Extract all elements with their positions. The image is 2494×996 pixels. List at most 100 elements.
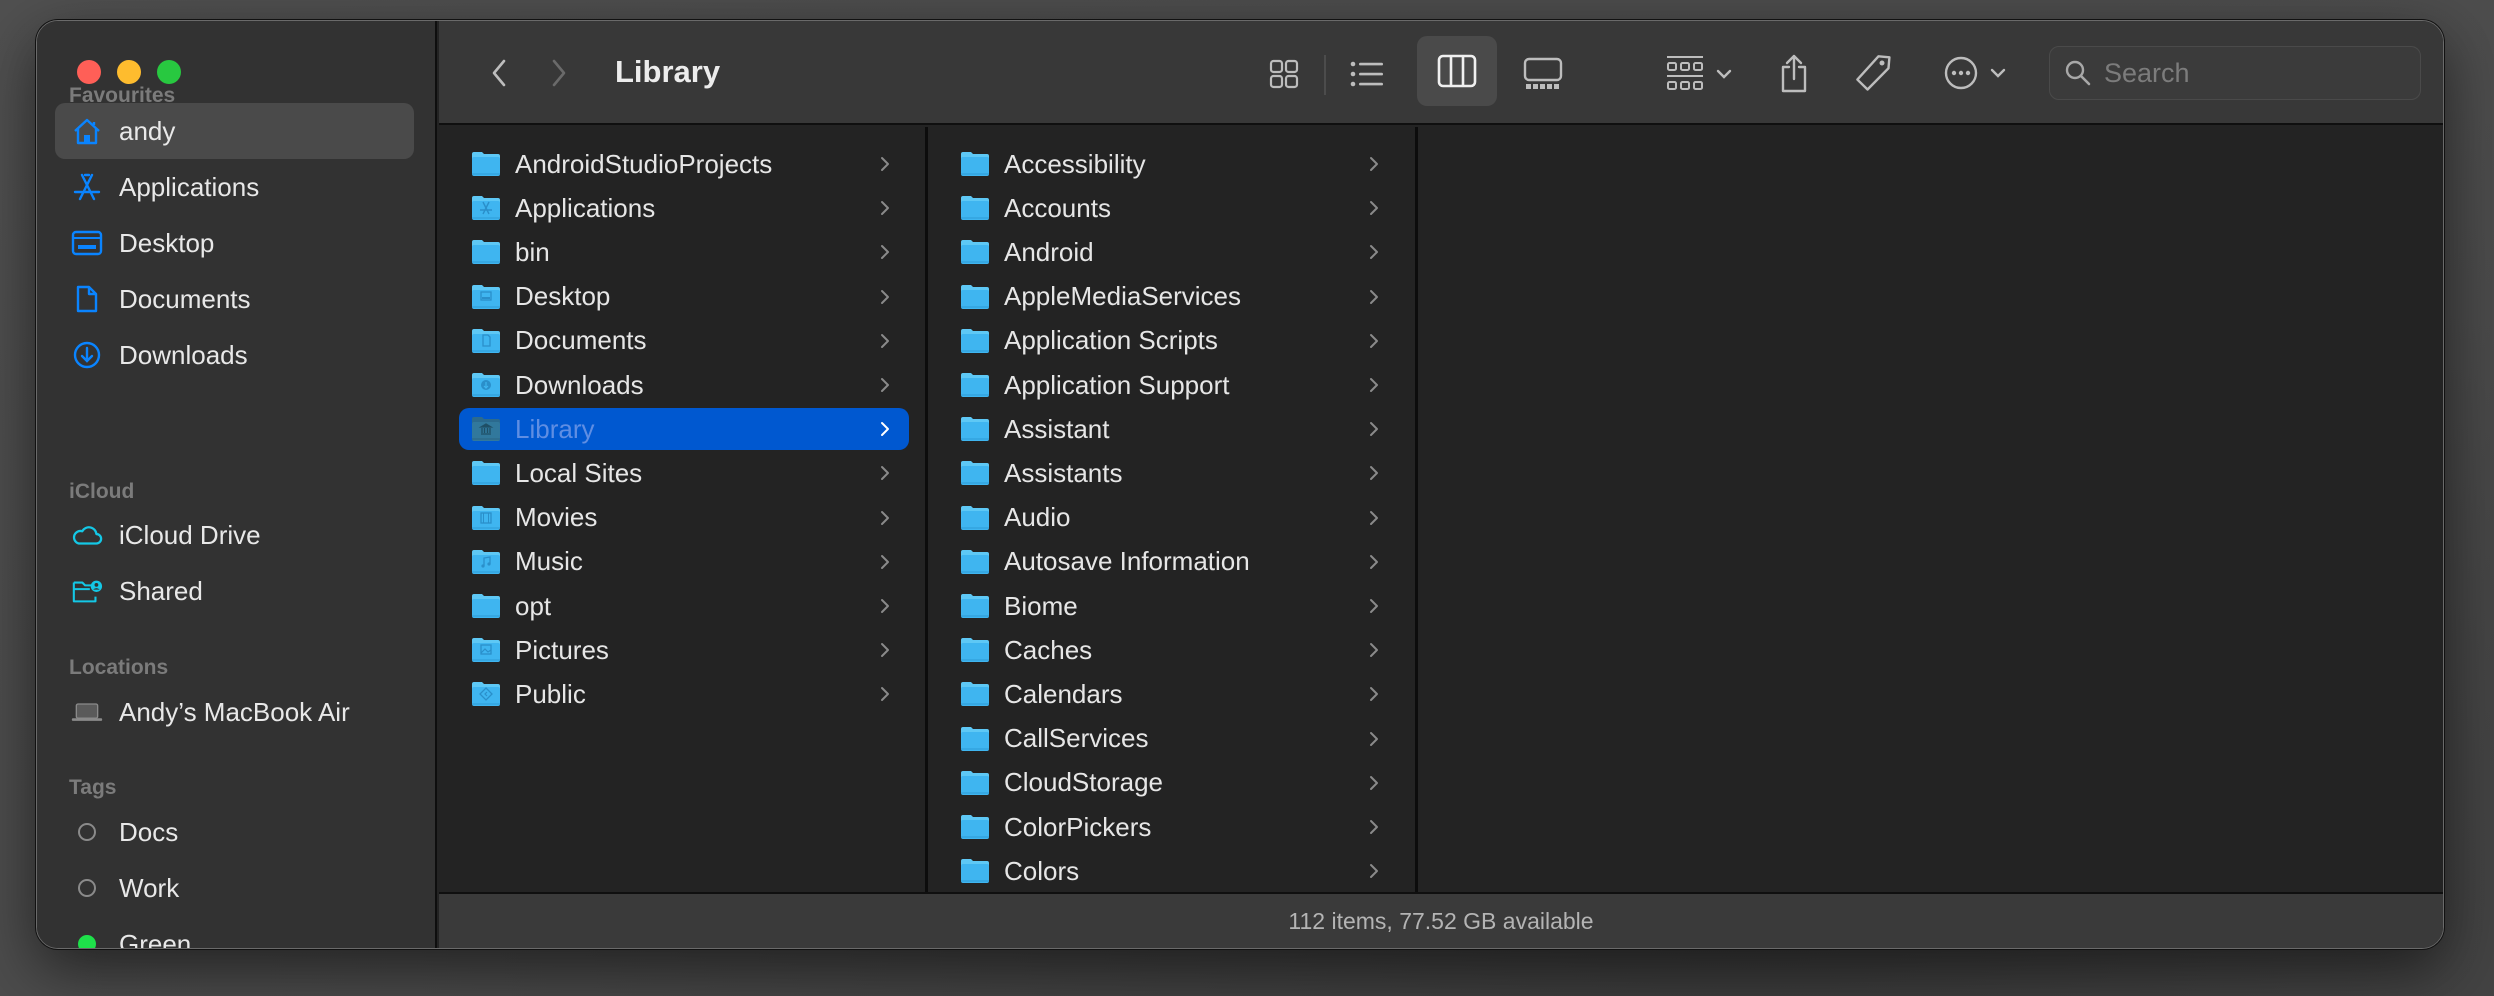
tag-circle-icon <box>71 872 103 904</box>
chevron-right-icon <box>875 684 895 704</box>
sidebar-item-documents[interactable]: Documents <box>55 271 414 327</box>
sidebar-tag-green[interactable]: Green <box>55 916 414 949</box>
folder-name: CloudStorage <box>1004 767 1163 798</box>
folder-row[interactable]: Colors <box>948 850 1398 892</box>
column-home[interactable]: AndroidStudioProjects Applications bin Desk… <box>439 127 928 892</box>
folder-row[interactable]: ColorPickers <box>948 806 1398 848</box>
folder-row[interactable]: Library <box>459 408 909 451</box>
sidebar-item-downloads[interactable]: Downloads <box>55 327 414 383</box>
folder-icon <box>471 195 501 221</box>
zoom-button[interactable] <box>157 60 181 84</box>
folder-row[interactable]: Android <box>948 231 1398 273</box>
minimize-button[interactable] <box>117 60 141 84</box>
folder-icon <box>471 151 501 177</box>
more-actions-button[interactable] <box>1935 47 2015 99</box>
folder-row[interactable]: Movies <box>459 497 909 539</box>
sidebar-item-macbook[interactable]: Andy’s MacBook Air <box>55 684 414 740</box>
column-view-button[interactable] <box>1417 36 1497 106</box>
folder-row[interactable]: Music <box>459 541 909 583</box>
folder-row[interactable]: Accessibility <box>948 143 1398 185</box>
chevron-down-icon <box>1716 69 1732 79</box>
folder-row[interactable]: Biome <box>948 585 1398 627</box>
folder-icon <box>960 372 990 398</box>
folder-row[interactable]: Autosave Information <box>948 541 1398 583</box>
status-bar: 112 items, 77.52 GB available <box>439 892 2443 948</box>
close-button[interactable] <box>77 60 101 84</box>
tag-circle-icon <box>71 816 103 848</box>
share-button[interactable] <box>1769 43 1819 103</box>
folder-name: Desktop <box>515 281 611 312</box>
list-view-button[interactable] <box>1339 49 1395 99</box>
folder-row[interactable]: Accounts <box>948 187 1398 229</box>
folder-name: Calendars <box>1004 678 1123 709</box>
chevron-right-icon <box>875 154 895 174</box>
folder-row[interactable]: Application Scripts <box>948 320 1398 362</box>
icon-view-button[interactable] <box>1259 49 1309 99</box>
folder-row[interactable]: AndroidStudioProjects <box>459 143 909 185</box>
group-by-button[interactable] <box>1659 49 1739 99</box>
folder-row[interactable]: Assistant <box>948 408 1398 450</box>
folder-row[interactable]: Audio <box>948 497 1398 539</box>
forward-button[interactable] <box>539 51 579 95</box>
sidebar-item-applications[interactable]: Applications <box>55 159 414 215</box>
sidebar-item-andy[interactable]: andy <box>55 103 414 159</box>
toolbar-divider <box>1324 55 1326 95</box>
sidebar-item-shared[interactable]: Shared <box>55 563 414 619</box>
sidebar-item-label: Andy’s MacBook Air <box>119 696 350 727</box>
folder-icon <box>471 284 501 310</box>
folder-row[interactable]: Local Sites <box>459 452 909 494</box>
folder-icon <box>471 372 501 398</box>
gallery-view-button[interactable] <box>1515 49 1571 99</box>
folder-icon <box>471 505 501 531</box>
chevron-right-icon <box>875 552 895 572</box>
folder-row[interactable]: Public <box>459 673 909 715</box>
sidebar-item-label: Applications <box>119 171 260 202</box>
chevron-right-icon <box>1364 729 1384 749</box>
folder-row[interactable]: Assistants <box>948 452 1398 494</box>
section-label-locations: Locations <box>69 656 169 679</box>
document-icon <box>71 283 103 315</box>
folder-row[interactable]: Applications <box>459 187 909 229</box>
folder-row[interactable]: AppleMediaServices <box>948 276 1398 318</box>
folder-row[interactable]: Application Support <box>948 364 1398 406</box>
back-button[interactable] <box>479 51 519 95</box>
section-label-tags: Tags <box>69 776 117 799</box>
folder-name: Downloads <box>515 369 644 400</box>
chevron-right-icon <box>1364 419 1384 439</box>
folder-name: CallServices <box>1004 723 1149 754</box>
sidebar-item-label: Downloads <box>119 339 248 370</box>
folder-row[interactable]: Pictures <box>459 629 909 671</box>
sidebar-item-desktop[interactable]: Desktop <box>55 215 414 271</box>
folder-icon <box>960 328 990 354</box>
folder-row[interactable]: opt <box>459 585 909 627</box>
grid-icon <box>1269 59 1299 89</box>
chevron-right-icon <box>1364 508 1384 528</box>
sidebar-item-label: Green <box>119 928 192 949</box>
chevron-right-icon <box>1364 861 1384 881</box>
chevron-right-icon <box>875 242 895 262</box>
folder-row[interactable]: Caches <box>948 629 1398 671</box>
folder-row[interactable]: Documents <box>459 320 909 362</box>
sidebar-tag-work[interactable]: Work <box>55 860 414 916</box>
folder-row[interactable]: Desktop <box>459 276 909 318</box>
column-empty[interactable] <box>1418 127 2443 892</box>
sidebar-tag-docs[interactable]: Docs <box>55 804 414 860</box>
search-field[interactable] <box>2049 46 2421 100</box>
folder-name: Biome <box>1004 590 1078 621</box>
tags-button[interactable] <box>1849 43 1899 103</box>
folder-row[interactable]: Calendars <box>948 673 1398 715</box>
folder-row[interactable]: CloudStorage <box>948 762 1398 804</box>
folder-row[interactable]: Downloads <box>459 364 909 406</box>
folder-name: Pictures <box>515 634 609 665</box>
folder-row[interactable]: CallServices <box>948 718 1398 760</box>
sidebar-item-label: andy <box>119 115 176 146</box>
folder-row[interactable]: bin <box>459 231 909 273</box>
folder-icon <box>960 505 990 531</box>
folder-icon <box>471 681 501 707</box>
chevron-right-icon <box>1364 242 1384 262</box>
search-input[interactable] <box>2104 57 2404 89</box>
home-icon <box>71 115 103 147</box>
sidebar-item-icloud-drive[interactable]: iCloud Drive <box>55 507 414 563</box>
column-library[interactable]: Accessibility Accounts Android AppleMediaSe… <box>928 127 1418 892</box>
folder-icon <box>471 416 501 442</box>
